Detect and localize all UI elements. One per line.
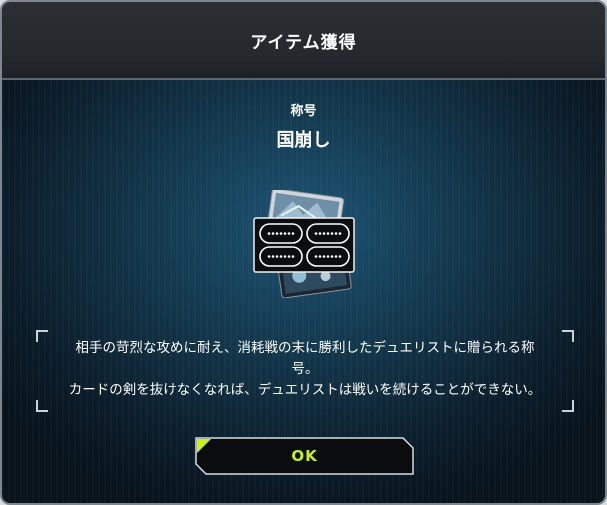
- item-description: 相手の苛烈な攻めに耐え、消耗戦の末に勝利したデュエリストに贈られる称 号。 カー…: [68, 340, 542, 398]
- ok-button[interactable]: OK: [195, 437, 414, 475]
- frame-corner: [36, 400, 48, 412]
- frame-corner: [36, 330, 48, 342]
- item-kind-label: 称号: [290, 104, 317, 119]
- ok-button-label: OK: [291, 447, 318, 465]
- dialog-title: アイテム獲得: [250, 32, 357, 53]
- frame-corner: [562, 400, 574, 412]
- item-name: 国崩し: [276, 130, 331, 151]
- description-box: 相手の苛烈な攻めに耐え、消耗戦の末に勝利したデュエリストに贈られる称 号。 カー…: [36, 330, 574, 412]
- dialog-header: アイテム獲得: [2, 2, 605, 80]
- item-acquired-dialog: アイテム獲得 称号 国崩し 相手の苛烈な攻めに耐え、消耗戦の末に勝利したデュエリ…: [0, 0, 607, 505]
- frame-corner: [562, 330, 574, 342]
- title-plate-icon: [252, 188, 358, 299]
